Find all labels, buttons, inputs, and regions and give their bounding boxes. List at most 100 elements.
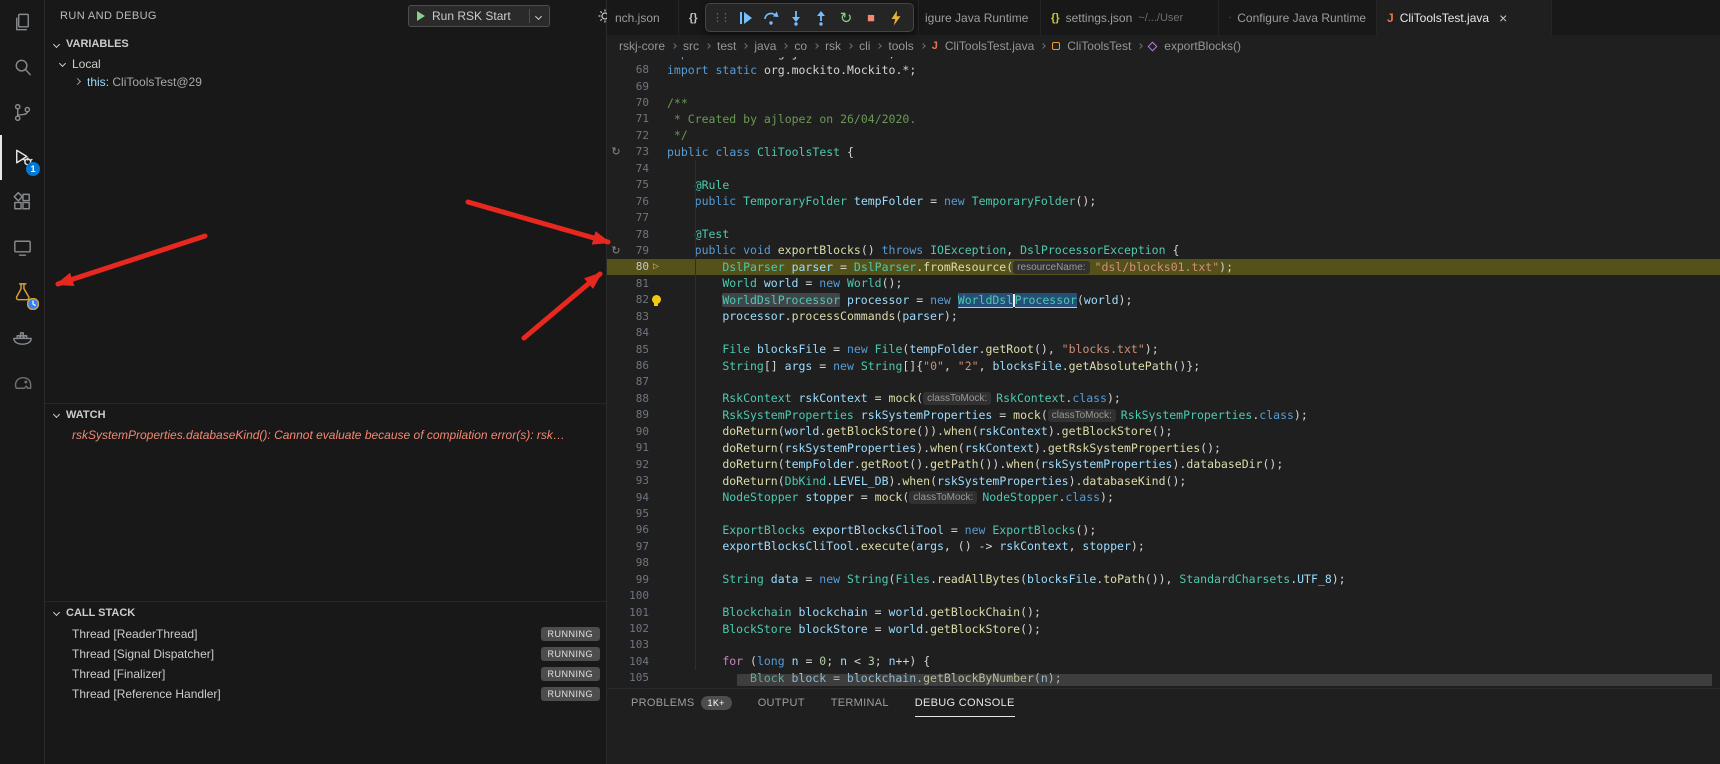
call-stack-thread-row[interactable]: Thread [Signal Dispatcher] RUNNING	[45, 644, 606, 664]
code-line-78[interactable]: 78@Test	[607, 226, 1720, 242]
code-line-86[interactable]: 86String[] args = new String[]{"0", "2",…	[607, 357, 1720, 373]
code-line-88[interactable]: 88RskContext rskContext = mock(classToMo…	[607, 390, 1720, 406]
line-number[interactable]: 78	[625, 228, 649, 241]
line-number[interactable]: 75	[625, 178, 649, 191]
stop-button[interactable]: ■	[860, 7, 882, 29]
tab-configure-java-runtime-1[interactable]: igure Java Runtime	[919, 0, 1041, 35]
line-number[interactable]: 67	[625, 57, 649, 60]
line-number[interactable]: 101	[625, 606, 649, 619]
code-line-90[interactable]: 90doReturn(world.getBlockStore()).when(r…	[607, 423, 1720, 439]
run-config-button[interactable]: Run RSK Start	[408, 5, 550, 27]
variables-section-header[interactable]: VARIABLES	[45, 33, 606, 55]
breadcrumb-item[interactable]: src	[683, 39, 699, 53]
code-line-73[interactable]: ↻73public class CliToolsTest {	[607, 144, 1720, 160]
variable-this-row[interactable]: this: CliToolsTest@29	[45, 72, 606, 91]
breadcrumb-item[interactable]: rskj-core	[619, 39, 665, 53]
breadcrumb-item[interactable]: tools	[888, 39, 913, 53]
breadcrumb-item[interactable]: java	[754, 39, 776, 53]
line-number[interactable]: 82	[625, 293, 649, 306]
code-line-100[interactable]: 100	[607, 587, 1720, 603]
call-stack-thread-row[interactable]: Thread [Reference Handler] RUNNING	[45, 684, 606, 704]
code-line-69[interactable]: 69	[607, 78, 1720, 94]
line-number[interactable]: 102	[625, 622, 649, 635]
line-number[interactable]: 74	[625, 162, 649, 175]
line-number[interactable]: 87	[625, 375, 649, 388]
lightbulb-icon[interactable]	[649, 293, 663, 307]
line-number[interactable]: 103	[625, 638, 649, 651]
line-number[interactable]: 69	[625, 80, 649, 93]
line-number[interactable]: 95	[625, 507, 649, 520]
line-number[interactable]: 85	[625, 343, 649, 356]
code-line-80[interactable]: 80▷DslParser parser = DslParser.fromReso…	[607, 259, 1720, 275]
activity-extensions[interactable]	[0, 180, 44, 225]
chevron-down-icon[interactable]	[535, 12, 542, 19]
breadcrumb-item[interactable]: test	[717, 39, 736, 53]
code-line-77[interactable]: 77	[607, 209, 1720, 225]
hot-code-replace-button[interactable]	[885, 7, 907, 29]
drag-handle[interactable]: ⋮⋮	[712, 11, 728, 24]
line-number[interactable]: 91	[625, 441, 649, 454]
code-line-97[interactable]: 97exportBlocksCliTool.execute(args, () -…	[607, 538, 1720, 554]
line-number[interactable]: 79	[625, 244, 649, 257]
call-stack-thread-row[interactable]: Thread [ReaderThread] RUNNING	[45, 624, 606, 644]
code-line-94[interactable]: 94NodeStopper stopper = mock(classToMock…	[607, 489, 1720, 505]
watch-expression-error[interactable]: rskSystemProperties.databaseKind(): Cann…	[72, 428, 600, 442]
code-line-72[interactable]: 72 */	[607, 127, 1720, 143]
code-line-74[interactable]: 74	[607, 160, 1720, 176]
code-line-96[interactable]: 96ExportBlocks exportBlocksCliTool = new…	[607, 522, 1720, 538]
line-number[interactable]: 80	[625, 260, 649, 273]
line-number[interactable]: 104	[625, 655, 649, 668]
code-line-71[interactable]: 71 * Created by ajlopez on 26/04/2020.	[607, 111, 1720, 127]
code-line-91[interactable]: 91doReturn(rskSystemProperties).when(rsk…	[607, 440, 1720, 456]
code-line-104[interactable]: 104for (long n = 0; n < 3; n++) {	[607, 653, 1720, 669]
line-number[interactable]: 81	[625, 277, 649, 290]
call-stack-thread-row[interactable]: Thread [Finalizer] RUNNING	[45, 664, 606, 684]
code-line-99[interactable]: 99String data = new String(Files.readAll…	[607, 571, 1720, 587]
panel-tab-output[interactable]: OUTPUT	[758, 689, 805, 717]
line-number[interactable]: 93	[625, 474, 649, 487]
code-line-83[interactable]: 83processor.processCommands(parser);	[607, 308, 1720, 324]
line-number[interactable]: 70	[625, 96, 649, 109]
code-line-103[interactable]: 103	[607, 637, 1720, 653]
test-state-icon[interactable]: ↻	[607, 145, 625, 158]
line-number[interactable]: 71	[625, 112, 649, 125]
code-line-76[interactable]: 76public TemporaryFolder tempFolder = ne…	[607, 193, 1720, 209]
breadcrumb-item[interactable]: co	[794, 39, 807, 53]
line-number[interactable]: 83	[625, 310, 649, 323]
line-number[interactable]: 89	[625, 408, 649, 421]
breadcrumb-item[interactable]: cli	[859, 39, 870, 53]
line-number[interactable]: 72	[625, 129, 649, 142]
breadcrumb-member[interactable]: exportBlocks()	[1164, 39, 1241, 53]
code-line-82[interactable]: 82WorldDslProcessor processor = new Worl…	[607, 292, 1720, 308]
activity-docker[interactable]	[0, 315, 44, 360]
debug-current-line-icon[interactable]: ▷	[649, 261, 663, 272]
line-number[interactable]: 97	[625, 540, 649, 553]
code-line-92[interactable]: 92doReturn(tempFolder.getRoot().getPath(…	[607, 456, 1720, 472]
activity-search[interactable]	[0, 45, 44, 90]
restart-button[interactable]: ↻	[835, 7, 857, 29]
breadcrumb-item[interactable]: rsk	[825, 39, 841, 53]
line-number[interactable]: 73	[625, 145, 649, 158]
line-number[interactable]: 90	[625, 425, 649, 438]
code-line-101[interactable]: 101Blockchain blockchain = world.getBloc…	[607, 604, 1720, 620]
activity-remote-explorer[interactable]	[0, 225, 44, 270]
code-line-84[interactable]: 84	[607, 324, 1720, 340]
tab-settings-json[interactable]: {} settings.json ~/.../User	[1041, 0, 1219, 35]
code-line-75[interactable]: 75@Rule	[607, 177, 1720, 193]
panel-tab-debug-console[interactable]: DEBUG CONSOLE	[915, 689, 1015, 717]
code-line-93[interactable]: 93doReturn(DbKind.LEVEL_DB).when(rskSyst…	[607, 472, 1720, 488]
breadcrumb-file[interactable]: CliToolsTest.java	[945, 39, 1034, 53]
activity-source-control[interactable]	[0, 90, 44, 135]
step-out-button[interactable]	[810, 7, 832, 29]
line-number[interactable]: 77	[625, 211, 649, 224]
test-state-icon[interactable]: ↻	[607, 244, 625, 257]
code-line-89[interactable]: 89RskSystemProperties rskSystemPropertie…	[607, 407, 1720, 423]
code-line-81[interactable]: 81World world = new World();	[607, 275, 1720, 291]
tab-launch-json[interactable]: nch.json	[607, 0, 679, 35]
activity-run-and-debug[interactable]: 1	[0, 135, 44, 180]
code-editor[interactable]: 67import static org.junit.Assert.*;68imp…	[607, 57, 1720, 688]
code-line-87[interactable]: 87	[607, 374, 1720, 390]
code-line-102[interactable]: 102BlockStore blockStore = world.getBloc…	[607, 620, 1720, 636]
call-stack-section-header[interactable]: CALL STACK	[45, 601, 606, 623]
scope-local-row[interactable]: Local	[45, 54, 606, 73]
